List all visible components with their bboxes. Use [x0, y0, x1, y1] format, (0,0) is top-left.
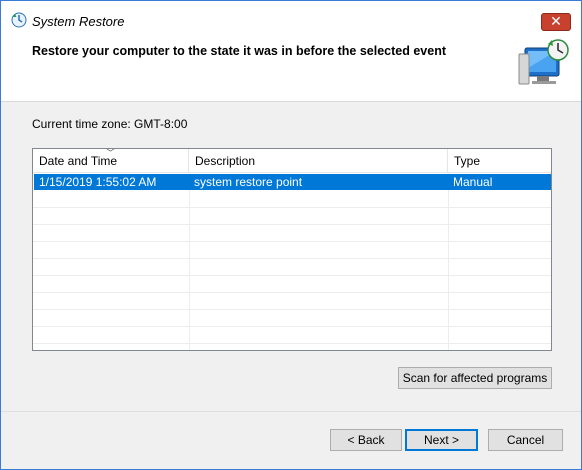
timezone-label: Current time zone: GMT-8:00 — [32, 117, 188, 131]
restore-points-list[interactable]: Date and Time ﹀ Description Type 1/15/20… — [32, 148, 552, 351]
empty-row — [33, 326, 551, 344]
column-header-description[interactable]: Description — [189, 149, 448, 173]
cell-date: 1/15/2019 1:55:02 AM — [39, 175, 157, 189]
sort-descending-icon: ﹀ — [106, 148, 116, 158]
back-button[interactable]: < Back — [330, 429, 402, 451]
scan-affected-programs-button[interactable]: Scan for affected programs — [398, 367, 552, 389]
empty-row — [33, 207, 551, 225]
empty-row — [33, 292, 551, 310]
system-restore-window: System Restore ✕ Restore your computer t… — [0, 0, 582, 470]
close-button[interactable]: ✕ — [541, 13, 571, 31]
close-icon: ✕ — [550, 13, 562, 29]
empty-row — [33, 309, 551, 327]
wizard-header: Restore your computer to the state it wa… — [1, 38, 581, 102]
cell-type: Manual — [453, 175, 493, 189]
cancel-button[interactable]: Cancel — [488, 429, 563, 451]
empty-row — [33, 258, 551, 276]
table-row[interactable]: 1/15/2019 1:55:02 AM system restore poin… — [34, 174, 551, 190]
column-header-type[interactable]: Type — [448, 149, 551, 173]
window-title: System Restore — [32, 14, 125, 29]
next-button[interactable]: Next > — [405, 429, 478, 451]
footer-divider — [1, 411, 581, 412]
empty-row — [33, 190, 551, 208]
empty-row — [33, 275, 551, 293]
title-bar[interactable]: System Restore ✕ — [1, 1, 581, 38]
empty-row — [33, 241, 551, 259]
cell-description: system restore point — [194, 175, 303, 189]
empty-row — [33, 224, 551, 242]
header-text: Restore your computer to the state it wa… — [32, 44, 446, 58]
column-header-date[interactable]: Date and Time ﹀ — [33, 149, 189, 173]
system-restore-icon — [11, 12, 27, 28]
computer-restore-icon — [518, 39, 569, 85]
